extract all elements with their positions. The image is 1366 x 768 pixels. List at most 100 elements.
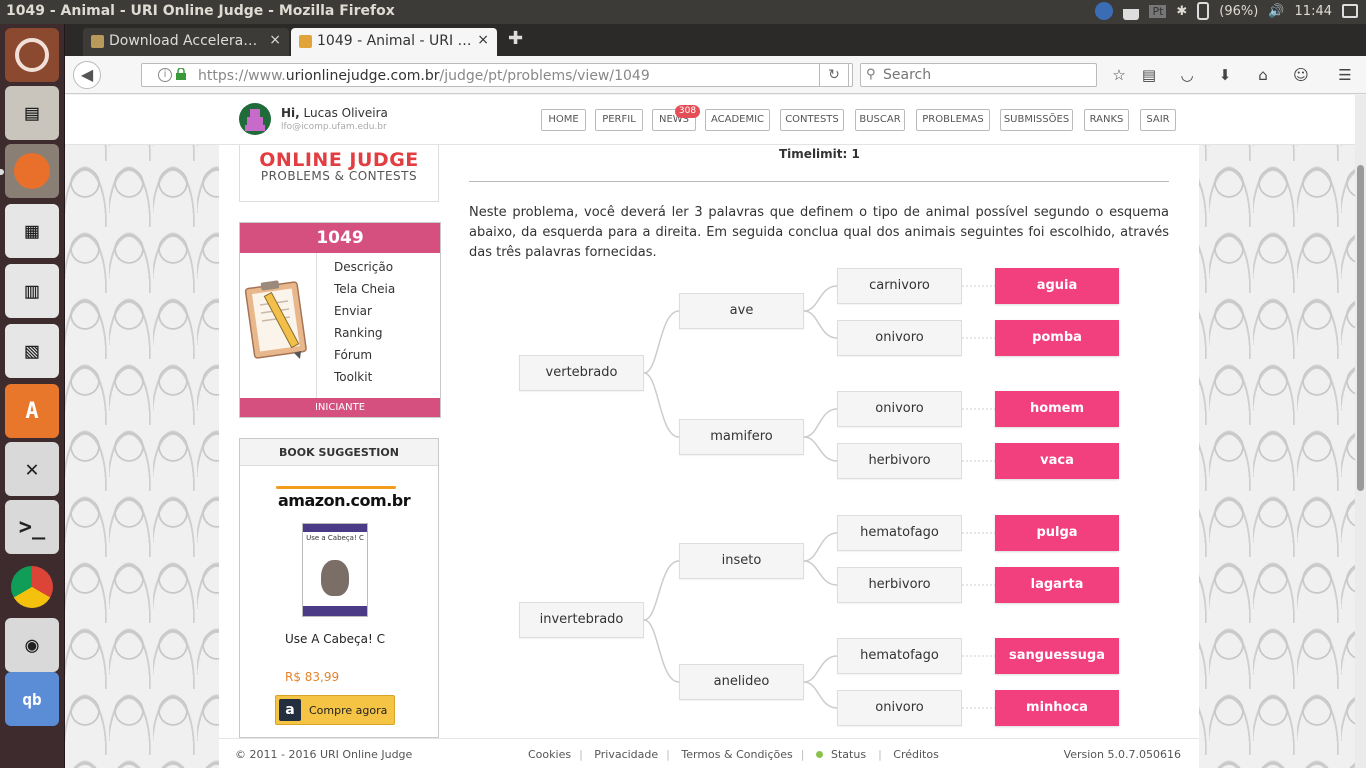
link-ranking[interactable]: Ranking xyxy=(334,326,395,348)
unity-launcher: ▤ ▦ ▥ ▧ A ✕ >_ ◉ qb xyxy=(0,24,65,768)
link-forum[interactable]: Fórum xyxy=(334,348,395,370)
disk-utility-icon[interactable]: ◉ xyxy=(5,618,59,672)
libreoffice-writer-icon[interactable]: ▦ xyxy=(5,204,59,258)
software-center-icon[interactable]: A xyxy=(5,384,59,438)
menu-home[interactable]: HOME xyxy=(541,109,586,131)
book-title[interactable]: Use A Cabeça! C xyxy=(285,631,395,648)
home-icon[interactable]: ⌂ xyxy=(1252,65,1274,85)
qbittorrent-icon[interactable]: qb xyxy=(5,672,59,726)
footer-link-privacidade[interactable]: Privacidade xyxy=(594,748,658,761)
libreoffice-impress-icon[interactable]: ▧ xyxy=(5,324,59,378)
pocket-icon[interactable]: ◡ xyxy=(1176,65,1198,85)
bookmark-star-icon[interactable]: ☆ xyxy=(1108,65,1130,85)
menu-academic[interactable]: ACADEMIC xyxy=(705,109,770,131)
battery-percent[interactable]: (96%) xyxy=(1219,4,1258,19)
animal-sanguessuga: sanguessuga xyxy=(995,638,1119,674)
book-cover[interactable]: Use a Cabeça! C xyxy=(302,523,368,617)
chrome-icon[interactable] xyxy=(5,560,59,614)
window-title: 1049 - Animal - URI Online Judge - Mozil… xyxy=(6,3,395,19)
bluetooth-icon[interactable]: ✱ xyxy=(1176,4,1187,19)
tab-uri-animal[interactable]: 1049 - Animal - URI … × xyxy=(291,28,497,56)
avatar[interactable] xyxy=(239,103,271,135)
qbittorrent-tray-icon[interactable] xyxy=(1095,2,1114,20)
animal-vaca: vaca xyxy=(995,443,1119,479)
close-tab-icon[interactable]: × xyxy=(269,32,281,48)
back-button[interactable]: ◀ xyxy=(73,61,101,89)
clock[interactable]: 11:44 xyxy=(1295,4,1332,19)
link-descricao[interactable]: Descrição xyxy=(334,260,395,282)
terminal-icon[interactable]: >_ xyxy=(5,500,59,554)
problem-id: 1049 xyxy=(240,223,440,253)
link-enviar[interactable]: Enviar xyxy=(334,304,395,326)
search-input[interactable] xyxy=(883,66,1083,84)
footer-link-status[interactable]: Status xyxy=(816,748,870,761)
volume-icon[interactable]: 🔊 xyxy=(1268,4,1284,19)
menu-submissoes[interactable]: SUBMISSÕES xyxy=(1000,109,1073,131)
url-text[interactable]: https://www.urionlinejudge.com.br/judge/… xyxy=(198,68,650,84)
reload-button[interactable]: ↻ xyxy=(819,63,849,87)
system-top-panel: 1049 - Animal - URI Online Judge - Mozil… xyxy=(0,0,1366,24)
main-content: ONLINE JUDGE PROBLEMS & CONTESTS 1049 De… xyxy=(219,145,1199,768)
footer-links: Cookies | Privacidade | Termos & Condições… xyxy=(528,748,939,761)
status-dot-icon xyxy=(816,751,823,758)
info-icon[interactable]: i xyxy=(158,68,172,82)
url-bar[interactable]: i https://www.urionlinejudge.com.br/judg… xyxy=(141,63,853,87)
amazon-logo[interactable]: amazon.com.br xyxy=(278,491,411,510)
menu-ranks[interactable]: RANKS xyxy=(1084,109,1129,131)
tree-node-onivoro: onivoro xyxy=(837,320,962,356)
footer-link-termos[interactable]: Termos & Condições xyxy=(681,748,792,761)
hello-chat-icon[interactable]: ☺ xyxy=(1290,65,1312,85)
downloads-icon[interactable]: ⬇ xyxy=(1214,65,1236,85)
animal-aguia: aguia xyxy=(995,268,1119,304)
lock-icon xyxy=(176,68,186,80)
animal-pomba: pomba xyxy=(995,320,1119,356)
tree-node-anelideo: anelideo xyxy=(679,664,804,700)
reading-list-icon[interactable]: ▤ xyxy=(1138,65,1160,85)
firefox-icon[interactable] xyxy=(5,144,59,198)
problem-description: Neste problema, você deverá ler 3 palavr… xyxy=(469,205,1169,260)
link-tela-cheia[interactable]: Tela Cheia xyxy=(334,282,395,304)
tree-node-onivoro: onivoro xyxy=(837,690,962,726)
tab-download-accelerator[interactable]: Download Accelera… × xyxy=(83,28,289,56)
menu-contests[interactable]: CONTESTS xyxy=(780,109,844,131)
timelimit: Timelimit: 1 xyxy=(779,147,860,161)
clipboard-icon xyxy=(244,280,307,359)
tree-node-invertebrado: invertebrado xyxy=(519,602,644,638)
link-toolkit[interactable]: Toolkit xyxy=(334,370,395,392)
tree-node-onivoro: onivoro xyxy=(837,391,962,427)
libreoffice-calc-icon[interactable]: ▥ xyxy=(5,264,59,318)
menu-problemas[interactable]: PROBLEMAS xyxy=(916,109,990,131)
system-settings-icon[interactable]: ✕ xyxy=(5,442,59,496)
site-footer: © 2011 - 2016 URI Online Judge Cookies | … xyxy=(219,738,1199,768)
close-tab-icon[interactable]: × xyxy=(477,32,489,48)
new-tab-button[interactable]: ✚ xyxy=(508,28,523,49)
footer-link-creditos[interactable]: Créditos xyxy=(893,748,939,761)
tree-node-herbivoro: herbivoro xyxy=(837,443,962,479)
tree-node-mamifero: mamifero xyxy=(679,419,804,455)
site-logo[interactable]: ONLINE JUDGE PROBLEMS & CONTESTS xyxy=(239,145,439,202)
keyboard-layout-indicator[interactable]: Pt xyxy=(1149,4,1167,18)
amazon-icon: a xyxy=(279,699,301,721)
battery-icon[interactable] xyxy=(1197,2,1210,20)
buy-now-button[interactable]: a Compre agora xyxy=(275,695,395,725)
menu-perfil[interactable]: PERFIL xyxy=(595,109,643,131)
footer-link-cookies[interactable]: Cookies xyxy=(528,748,571,761)
book-price: R$ 83,99 xyxy=(285,670,340,684)
scrollbar-thumb[interactable] xyxy=(1357,165,1364,491)
tab-label: 1049 - Animal - URI … xyxy=(317,33,472,49)
shield-icon xyxy=(91,35,104,48)
network-signal-icon[interactable] xyxy=(1123,2,1140,20)
hamburger-menu-icon[interactable]: ☰ xyxy=(1334,65,1356,85)
menu-buscar[interactable]: BUSCAR xyxy=(855,109,905,131)
user-greeting: Hi, Lucas Oliveira xyxy=(281,106,388,120)
search-box[interactable]: ⚲ xyxy=(860,63,1097,87)
problem-links: Descrição Tela Cheia Enviar Ranking Fóru… xyxy=(334,260,395,392)
site-version: Version 5.0.7.050616 xyxy=(1063,748,1181,761)
animal-pulga: pulga xyxy=(995,515,1119,551)
file-manager-icon[interactable]: ▤ xyxy=(5,86,59,140)
site-header: Hi, Lucas Oliveira lfo@icomp.ufam.edu.br… xyxy=(65,95,1355,145)
power-icon[interactable] xyxy=(1342,4,1358,18)
menu-sair[interactable]: SAIR xyxy=(1140,109,1176,131)
ubuntu-dash-icon[interactable] xyxy=(5,28,59,82)
page-scrollbar[interactable] xyxy=(1355,95,1366,768)
